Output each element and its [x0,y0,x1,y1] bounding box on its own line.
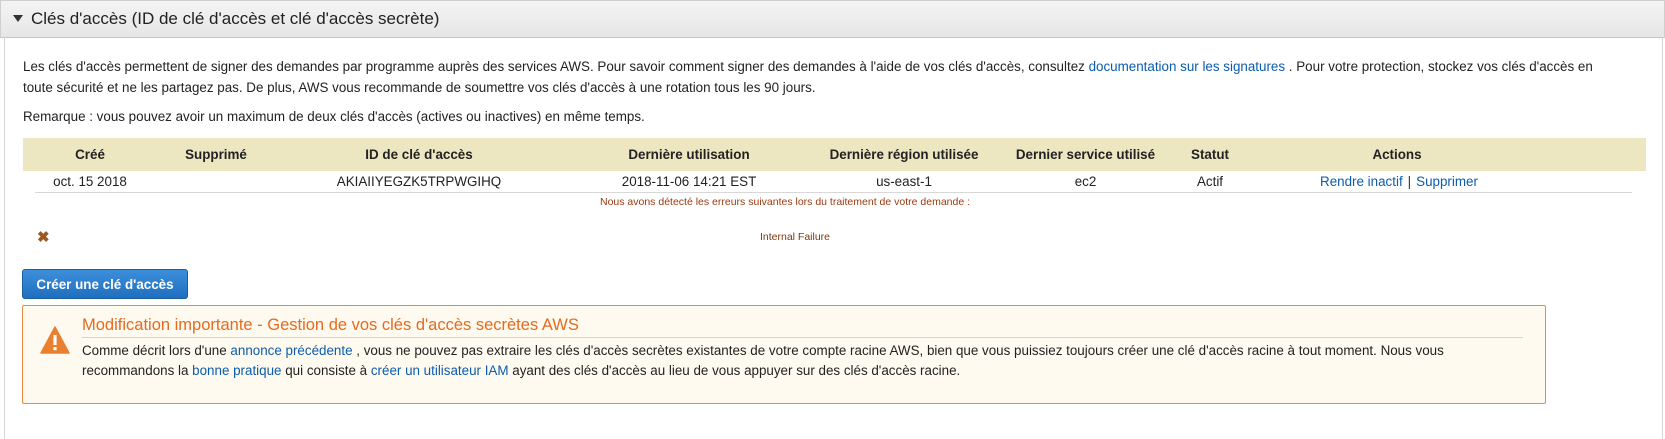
previous-announcement-link[interactable]: annonce précédente [230,343,352,358]
warning-icon [40,326,70,354]
alert-text: Comme décrit lors d'une annonce précéden… [82,343,1444,378]
cell-last-used: 2018-11-06 14:21 EST [621,174,757,189]
cell-last-service: ec2 [1074,174,1097,189]
signature-docs-link[interactable]: documentation sur les signatures [1089,59,1286,74]
action-separator: | [1407,174,1412,189]
important-change-alert: Modification importante - Gestion de vos… [22,305,1546,404]
description-text: Les clés d'accès permettent de signer de… [23,59,1593,95]
cell-status: Actif [1196,174,1224,189]
cell-deleted [161,171,271,192]
caret-down-icon[interactable] [13,15,23,22]
col-header-deleted: Supprimé [185,146,247,162]
best-practice-link[interactable]: bonne pratique [192,363,281,378]
delete-key-link[interactable]: Supprimer [1416,174,1478,189]
col-header-last-region: Dernière région utilisée [829,146,979,162]
deactivate-key-link[interactable]: Rendre inactif [1320,174,1403,189]
cell-key-id: AKIAIIYEGZK5TRPWGIHQ [336,174,502,189]
col-header-status: Statut [1191,146,1229,162]
cell-created: oct. 15 2018 [53,174,127,189]
alert-title: Modification importante - Gestion de vos… [82,316,579,334]
error-message: Internal Failure [759,231,831,243]
col-header-actions: Actions [1372,146,1422,162]
error-heading: Nous avons détecté les erreurs suivantes… [599,196,971,208]
create-access-key-button[interactable]: Créer une clé d'accès [22,269,188,299]
col-header-created: Créé [75,146,105,162]
col-header-last-used: Dernière utilisation [628,146,750,162]
access-keys-panel-header[interactable]: Clés d'accès (ID de clé d'accès et clé d… [0,0,1665,38]
panel-title: Clés d'accès (ID de clé d'accès et clé d… [31,9,440,28]
alert-divider [82,337,1523,338]
cell-last-region: us-east-1 [876,174,932,189]
row-divider [35,192,1632,193]
create-iam-user-link[interactable]: créer un utilisateur IAM [371,363,509,378]
col-header-last-service: Dernier service utilisé [1015,146,1156,162]
col-header-key-id: ID de clé d'accès [365,146,473,162]
remark-text: Remarque : vous pouvez avoir un maximum … [23,109,645,124]
cell-actions: Rendre inactif | Supprimer [1279,171,1519,192]
